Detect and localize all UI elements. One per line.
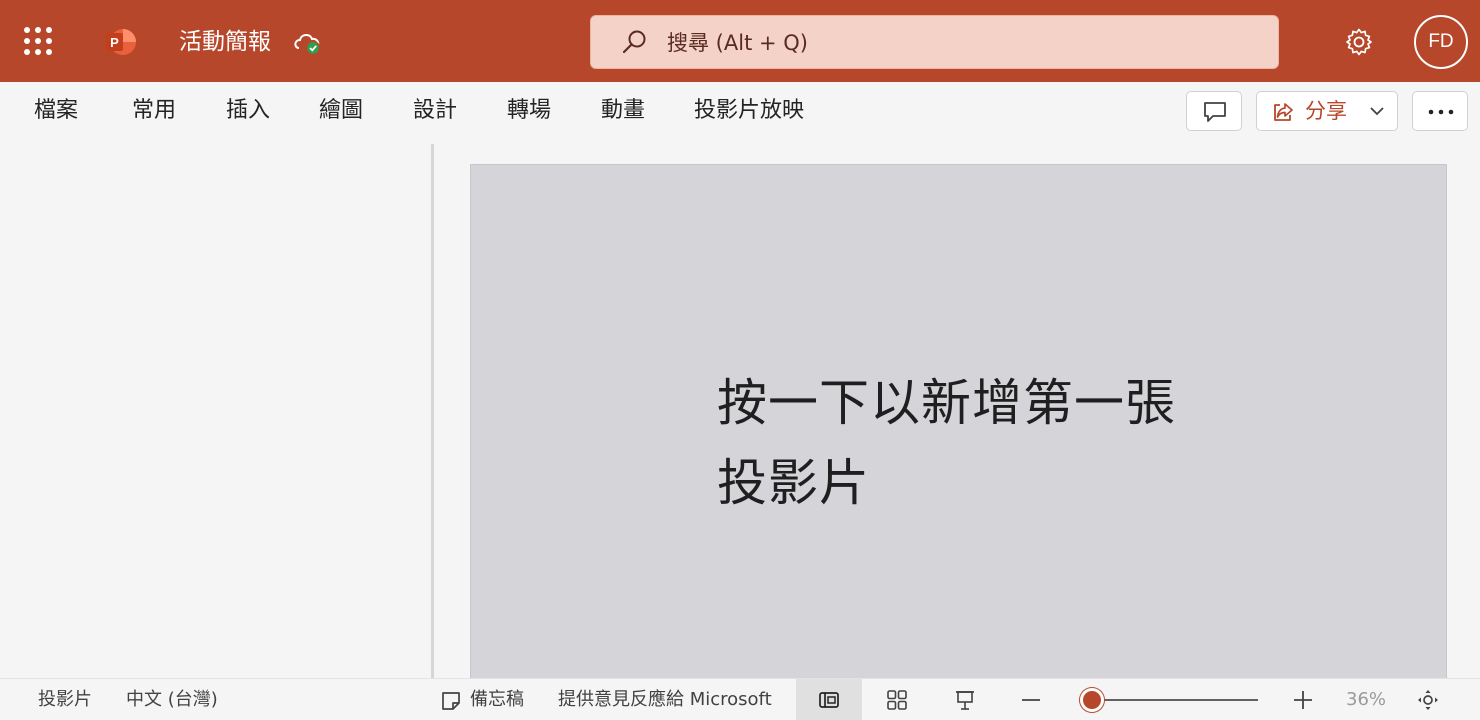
tab-insert[interactable]: 插入 <box>226 94 270 128</box>
normal-view-button[interactable] <box>796 679 862 720</box>
comments-button[interactable] <box>1186 91 1242 131</box>
notes-label: 備忘稿 <box>470 689 524 710</box>
search-box[interactable]: 搜尋 (Alt + Q) <box>590 15 1279 69</box>
tab-file[interactable]: 檔案 <box>34 94 78 128</box>
zoom-in-icon[interactable] <box>1292 689 1314 711</box>
zoom-slider-thumb[interactable] <box>1080 688 1104 712</box>
zoom-out-icon[interactable] <box>1020 689 1042 711</box>
add-first-slide-prompt[interactable]: 按一下以新增第一張 投影片 <box>717 363 1237 523</box>
comment-icon <box>1204 102 1226 122</box>
tab-design[interactable]: 設計 <box>413 94 457 128</box>
share-label: 分享 <box>1305 99 1347 123</box>
share-button[interactable]: 分享 <box>1256 91 1398 131</box>
prompt-line-1: 按一下以新增第一張 <box>717 374 1176 432</box>
tab-animations[interactable]: 動畫 <box>601 94 645 128</box>
document-title[interactable]: 活動簡報 <box>179 26 271 58</box>
cloud-saved-icon[interactable] <box>292 28 324 56</box>
language-indicator[interactable]: 中文 (台灣) <box>126 679 218 720</box>
slide-canvas[interactable]: 按一下以新增第一張 投影片 <box>470 164 1447 678</box>
slide-thumbnail-pane[interactable] <box>0 144 432 678</box>
notes-icon <box>442 692 460 710</box>
slide-show-button[interactable] <box>932 679 998 720</box>
fit-to-window-icon[interactable] <box>1416 688 1440 712</box>
normal-view-icon <box>819 692 839 708</box>
slide-sorter-button[interactable] <box>864 679 930 720</box>
slide-count-label: 投影片 <box>38 689 92 710</box>
status-bar: 投影片 中文 (台灣) 備忘稿 提供意見反應給 Microsoft 36% <box>0 678 1480 720</box>
presenter-icon <box>956 691 974 710</box>
zoom-slider-track[interactable] <box>1092 699 1258 701</box>
chevron-down-icon <box>1370 107 1384 116</box>
ribbon-tabs-bar: 檔案 常用 插入 繪圖 設計 轉場 動畫 投影片放映 分享 <box>0 82 1480 144</box>
search-icon <box>622 30 646 54</box>
prompt-line-2: 投影片 <box>717 454 870 512</box>
feedback-link[interactable]: 提供意見反應給 Microsoft <box>558 679 772 720</box>
tab-slide-show[interactable]: 投影片放映 <box>694 94 804 128</box>
tab-home[interactable]: 常用 <box>132 94 176 128</box>
user-avatar[interactable]: FD <box>1414 15 1468 69</box>
more-options-button[interactable] <box>1412 91 1468 131</box>
app-launcher-icon[interactable] <box>22 25 54 57</box>
zoom-percentage[interactable]: 36% <box>1346 679 1386 720</box>
slide-editor-area: 按一下以新增第一張 投影片 <box>434 144 1480 678</box>
svg-text:P: P <box>110 35 119 50</box>
tab-transitions[interactable]: 轉場 <box>507 94 551 128</box>
share-icon <box>1274 103 1293 121</box>
grid-view-icon <box>887 690 907 710</box>
powerpoint-logo-icon: P <box>106 29 136 55</box>
title-bar: P 活動簡報 搜尋 (Alt + Q) FD <box>0 0 1480 82</box>
more-icon <box>1428 109 1454 115</box>
tab-draw[interactable]: 繪圖 <box>319 94 363 128</box>
settings-gear-icon[interactable] <box>1343 26 1375 58</box>
search-placeholder: 搜尋 (Alt + Q) <box>667 31 808 55</box>
